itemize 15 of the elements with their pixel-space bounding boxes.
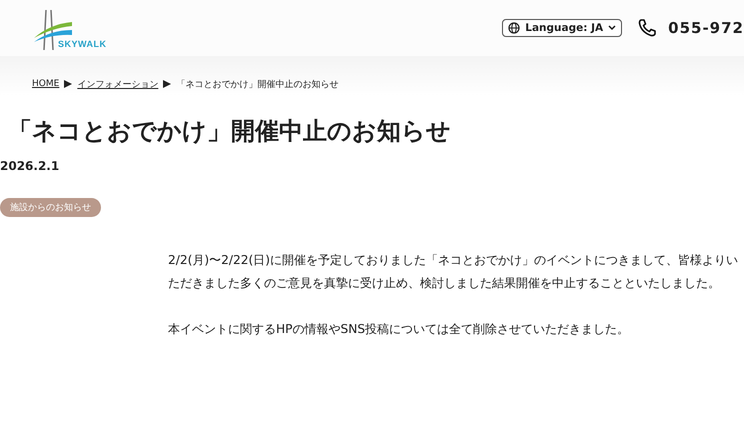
logo-text: SKYWALK [58,39,106,49]
phone-number[interactable]: 055-972 [668,19,744,37]
triangle-right-icon [163,80,172,88]
phone-icon [638,19,656,37]
language-select[interactable]: Language: JA [502,19,622,37]
triangle-right-icon [64,80,72,88]
paragraph: 本イベントに関するHPの情報やSNS投稿については全て削除させていただきました。 [168,321,630,338]
breadcrumb-link[interactable]: HOME [32,79,60,89]
chevron-down-icon [608,25,616,31]
article-title: 「ネコとおでかけ」開催中止のお知らせ [8,116,452,147]
paragraph: 2/2(月)〜2/22(日)に開催を予定しておりました「ネコとおでかけ」のイベントにつきまして、皆様よりいただきました多くのご意見を真摯に受け止め、検討しました結果開催を中止することといたしました。 [168,252,740,292]
article-date: 2026.2.1 [0,159,60,173]
globe-icon [508,22,520,34]
breadcrumb-link[interactable]: インフォメーション [77,78,158,90]
breadcrumb-current: 「ネコとおでかけ」開催中止のお知らせ [176,78,338,90]
